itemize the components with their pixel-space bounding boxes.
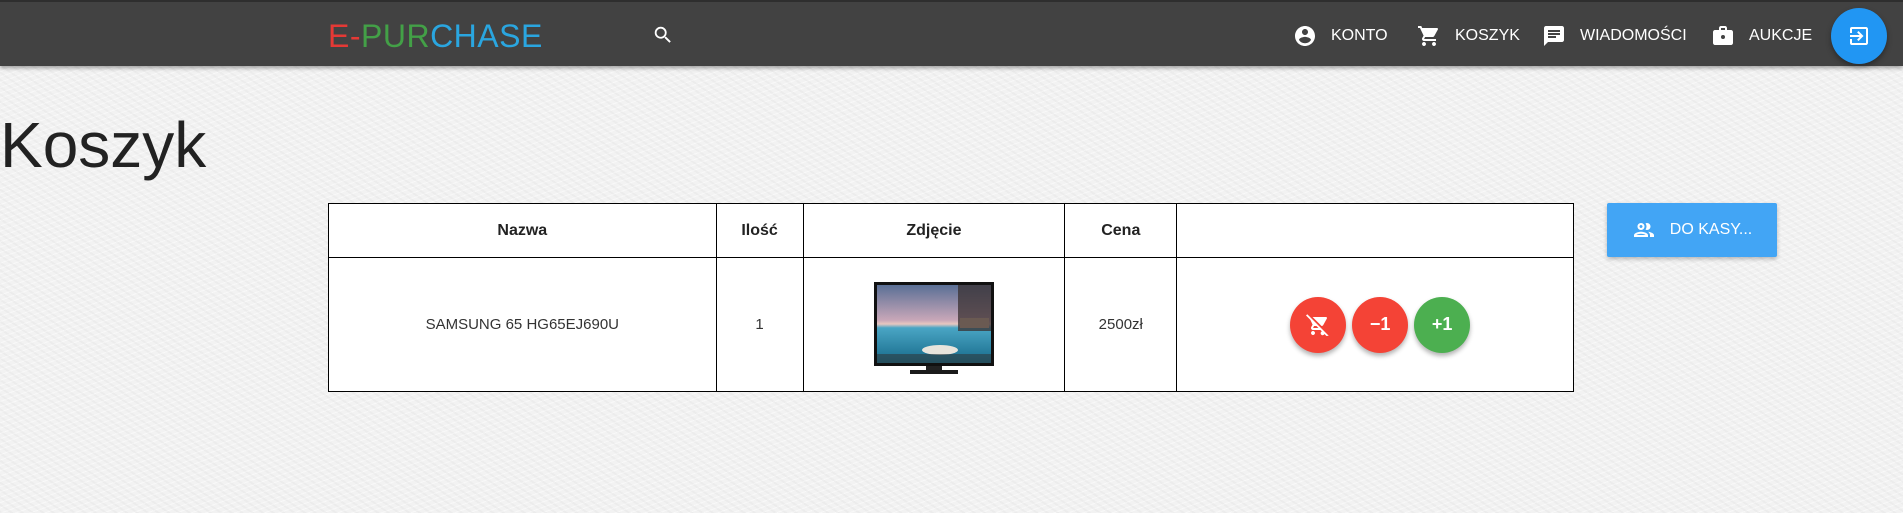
checkout-label: DO KASY... — [1669, 221, 1753, 238]
remove-shopping-cart-icon — [1306, 313, 1329, 336]
product-qty: 1 — [715, 257, 804, 392]
nav-aukcje[interactable]: AUKCJE — [1711, 22, 1812, 50]
nav-konto-label: KONTO — [1331, 27, 1388, 44]
increase-qty-button[interactable]: +1 — [1414, 296, 1471, 353]
nav-aukcje-label: AUKCJE — [1749, 27, 1813, 44]
product-name: SAMSUNG 65 HG65EJ690U — [328, 257, 717, 392]
login-button[interactable] — [1831, 8, 1887, 64]
header-nazwa: Nazwa — [328, 203, 717, 258]
message-icon — [1544, 26, 1564, 46]
nav-wiadomosci-label: WIADOMOŚCI — [1580, 27, 1687, 44]
people-icon — [1633, 223, 1654, 237]
checkout-button[interactable]: DO KASY... — [1607, 203, 1777, 257]
header-cena: Cena — [1064, 203, 1178, 258]
nav-koszyk[interactable]: KOSZYK — [1417, 22, 1520, 50]
table-row: SAMSUNG 65 HG65EJ690U 1 2500zł −1 +1 — [328, 257, 1574, 392]
page-title: Koszyk — [0, 109, 207, 181]
decrease-qty-button[interactable]: −1 — [1352, 296, 1409, 353]
nav-wiadomosci[interactable]: WIADOMOŚCI — [1542, 22, 1687, 50]
nav-koszyk-label: KOSZYK — [1455, 27, 1520, 44]
briefcase-icon — [1713, 26, 1733, 45]
row-actions: −1 +1 — [1177, 296, 1573, 353]
nav-konto[interactable]: KONTO — [1293, 22, 1388, 50]
logo-part-1: E- — [328, 18, 361, 54]
tv-image — [869, 267, 998, 382]
logo-part-3: CHASE — [430, 18, 543, 54]
top-navbar: E-PURCHASE KONTO KOSZYK WIADOMOŚCI AUKCJ… — [0, 0, 1903, 66]
logo[interactable]: E-PURCHASE — [328, 18, 543, 55]
header-actions — [1176, 203, 1574, 258]
product-image-cell — [802, 257, 1066, 392]
search-icon[interactable] — [652, 24, 674, 46]
cart-table: Nazwa Ilość Zdjęcie Cena SAMSUNG 65 HG65… — [328, 203, 1574, 392]
header-ilosc: Ilość — [715, 203, 804, 258]
logo-part-2: PUR — [361, 18, 431, 54]
shopping-cart-icon — [1418, 26, 1439, 46]
account-circle-icon — [1295, 26, 1315, 46]
remove-from-cart-button[interactable] — [1290, 296, 1347, 353]
header-zdjecie: Zdjęcie — [802, 203, 1066, 258]
login-icon — [1850, 27, 1868, 45]
product-price: 2500zł — [1064, 257, 1178, 392]
table-header-row: Nazwa Ilość Zdjęcie Cena — [328, 203, 1574, 258]
product-actions-cell: −1 +1 — [1176, 257, 1574, 392]
